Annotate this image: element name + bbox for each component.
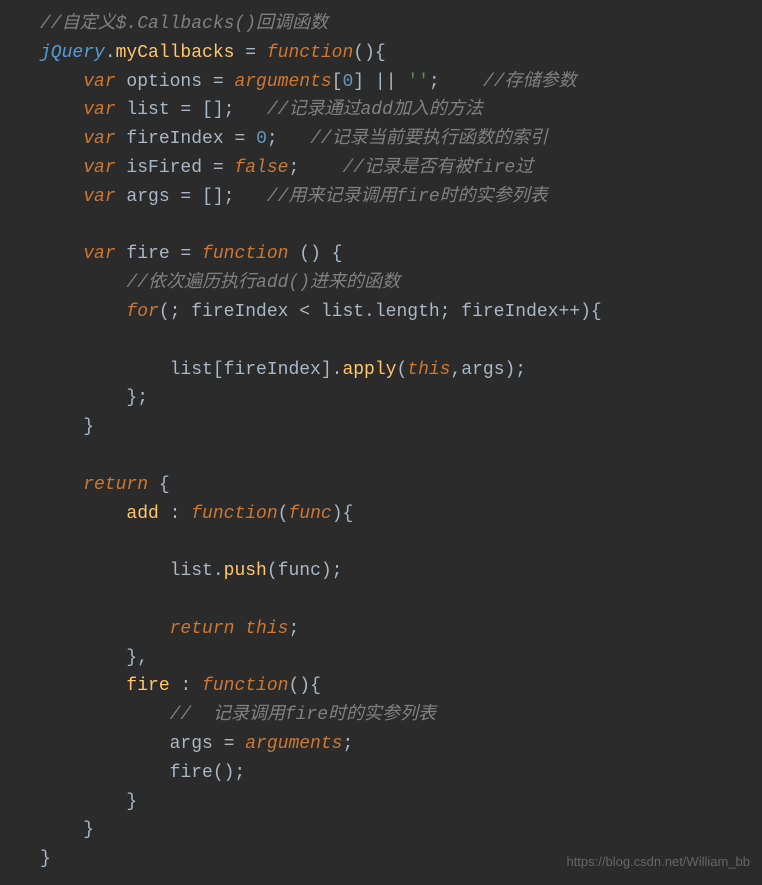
jquery-global: jQuery: [40, 43, 105, 63]
code-block: //自定义$.Callbacks()回调函数 jQuery.myCallback…: [40, 10, 762, 874]
watermark: https://blog.csdn.net/William_bb: [566, 852, 750, 873]
comment-line: //自定义$.Callbacks()回调函数: [40, 14, 328, 34]
